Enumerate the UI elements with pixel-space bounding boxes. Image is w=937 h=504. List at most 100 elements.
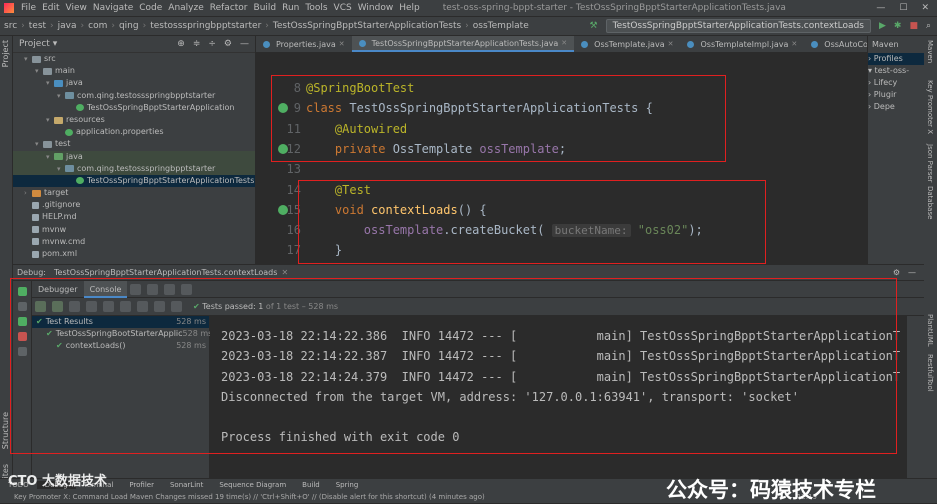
step-over-icon[interactable]	[130, 283, 142, 295]
code-line[interactable]: @Test	[306, 180, 371, 200]
sort-icon[interactable]	[69, 301, 80, 312]
close-icon[interactable]: ✕	[921, 3, 929, 13]
code-line[interactable]: class TestOssSpringBpptStarterApplicatio…	[306, 98, 653, 118]
test-result-item[interactable]: ✔ contextLoads() 528 ms	[32, 340, 209, 352]
run-icon[interactable]: ▶	[879, 21, 886, 31]
locate-icon[interactable]: ⊕	[177, 39, 185, 49]
maximize-icon[interactable]: ☐	[899, 3, 907, 13]
hide-icon[interactable]: —	[240, 39, 249, 49]
project-tree-item[interactable]: application.properties	[13, 126, 255, 138]
stop-icon[interactable]: ■	[909, 21, 918, 31]
tree-arrow-icon[interactable]: ▾	[57, 163, 65, 175]
tree-arrow-icon[interactable]: ▾	[35, 65, 43, 77]
structure-strip-tab[interactable]: Structure	[1, 412, 10, 449]
history-icon[interactable]	[171, 301, 182, 312]
project-tree-item[interactable]: mvnw	[13, 224, 255, 236]
menu-analyze[interactable]: Analyze	[165, 3, 206, 13]
expand-all-icon[interactable]	[103, 301, 114, 312]
plantuml-strip-tab[interactable]: PlantUML	[926, 314, 934, 347]
close-tab-icon[interactable]: ✕	[339, 40, 345, 48]
tab-console[interactable]: Console	[83, 280, 128, 298]
run-gutter-icon[interactable]	[278, 205, 288, 215]
breadcrumb-test[interactable]: test	[25, 21, 50, 31]
menu-vcs[interactable]: VCS	[331, 3, 355, 13]
wrench-icon[interactable]	[17, 347, 27, 356]
editor-tab[interactable]: OssAutoConfiguration.java✕	[804, 36, 867, 52]
code-line[interactable]: @SpringBootTest	[306, 78, 414, 98]
tree-arrow-icon[interactable]: ›	[24, 187, 32, 199]
gear-icon[interactable]: ⚙	[224, 39, 232, 49]
resume-icon[interactable]	[17, 317, 27, 326]
prev-failed-icon[interactable]	[137, 301, 148, 312]
project-tree-item[interactable]: ▾ main	[13, 65, 255, 77]
project-tree-item[interactable]: › target	[13, 187, 255, 199]
search-icon[interactable]: ⌕	[926, 21, 931, 31]
project-tree-item[interactable]: ▾ resources	[13, 114, 255, 126]
sort-duration-icon[interactable]	[86, 301, 97, 312]
next-failed-icon[interactable]	[154, 301, 165, 312]
rerun-icon[interactable]	[17, 287, 27, 296]
project-tree-item[interactable]: .gitignore	[13, 199, 255, 211]
menu-build[interactable]: Build	[251, 3, 280, 13]
run-configuration-select[interactable]: TestOssSpringBpptStarterApplicationTests…	[605, 19, 871, 33]
editor-tab[interactable]: TestOssSpringBpptStarterApplicationTests…	[351, 36, 575, 52]
maven-tree-item[interactable]: ▾ test-oss-	[868, 65, 924, 77]
toolwindow-sequence-diagram[interactable]: Sequence Diagram	[211, 481, 294, 489]
code-line[interactable]: private OssTemplate ossTemplate;	[306, 139, 566, 159]
project-tree-item[interactable]: TestOssSpringBpptStarterApplicationTests	[13, 174, 255, 188]
show-ignored-icon[interactable]	[52, 301, 63, 312]
collapse-all-icon[interactable]	[120, 301, 131, 312]
project-tree-item[interactable]: ▾ src	[13, 53, 255, 65]
console-output[interactable]: 2023-03-18 22:14:22.386 INFO 14472 --- […	[210, 316, 907, 478]
toolwindow-build[interactable]: Build	[294, 481, 328, 489]
breadcrumb-field[interactable]: ossTemplate	[469, 21, 533, 31]
maven-strip-tab[interactable]: Maven	[926, 40, 934, 63]
menu-navigate[interactable]: Navigate	[90, 3, 136, 13]
tree-arrow-icon[interactable]: ▾	[46, 151, 54, 163]
tree-arrow-icon[interactable]: ▾	[35, 138, 43, 150]
project-tree-item[interactable]: mvnw.cmd	[13, 236, 255, 248]
project-tree-item[interactable]: TestOssSpringBpptStarterApplication	[13, 102, 255, 114]
close-tab-icon[interactable]: ✕	[561, 39, 567, 47]
code-line[interactable]: }	[306, 240, 342, 260]
maven-tree-item[interactable]: › Depe	[868, 101, 924, 113]
key-promoter-strip-tab[interactable]: Key Promoter X	[926, 80, 934, 134]
project-tree-item[interactable]: ▾ test	[13, 138, 255, 150]
toolwindow-sonarlint[interactable]: SonarLint	[162, 481, 211, 489]
editor-tab[interactable]: OssTemplate.java ✕	[574, 36, 680, 52]
project-tree-item[interactable]: HELP.md	[13, 211, 255, 223]
breadcrumb-src[interactable]: src	[0, 21, 21, 31]
editor-tab[interactable]: OssTemplateImpl.java ✕	[680, 36, 804, 52]
json-parser-strip-tab[interactable]: Json Parser	[926, 144, 934, 183]
step-into-icon[interactable]	[147, 283, 159, 295]
menu-help[interactable]: Help	[396, 3, 423, 13]
database-strip-tab[interactable]: Database	[926, 186, 934, 219]
maven-tree-item[interactable]: › Lifecy	[868, 77, 924, 89]
expand-icon[interactable]: ÷	[208, 39, 216, 49]
debug-icon[interactable]: ✱	[894, 21, 902, 31]
menu-view[interactable]: View	[63, 3, 90, 13]
test-result-item[interactable]: ✔ TestOssSpringBootStarterApplic 528 ms	[32, 328, 212, 340]
breadcrumb-java[interactable]: java	[54, 21, 81, 31]
run-gutter-icon[interactable]	[278, 144, 288, 154]
maven-tree-item[interactable]: › Profiles	[868, 53, 924, 65]
toolwindow-profiler[interactable]: Profiler	[121, 481, 162, 489]
hammer-build-icon[interactable]: ⚒	[590, 21, 598, 31]
close-tab-icon[interactable]: ✕	[791, 40, 797, 48]
gear-icon[interactable]: ⚙	[893, 268, 900, 277]
menu-edit[interactable]: Edit	[39, 3, 62, 13]
breadcrumb-qing[interactable]: qing	[115, 21, 143, 31]
run-gutter-icon[interactable]	[278, 103, 288, 113]
show-passed-icon[interactable]	[35, 301, 46, 312]
breadcrumb-class[interactable]: TestOssSpringBpptStarterApplicationTests	[269, 21, 465, 31]
close-session-icon[interactable]: ✕	[281, 268, 288, 277]
tree-arrow-icon[interactable]: ▾	[46, 77, 54, 89]
debug-session-tab[interactable]: TestOssSpringBpptStarterApplicationTests…	[54, 268, 277, 277]
close-tab-icon[interactable]: ✕	[668, 40, 674, 48]
editor-tab[interactable]: Properties.java ✕	[256, 36, 352, 52]
project-tree-item[interactable]: ▾ com.qing.testossspringbpptstarter	[13, 90, 255, 102]
project-panel-title[interactable]: Project	[19, 39, 50, 49]
step-out-icon[interactable]	[164, 283, 176, 295]
restfultool-strip-tab[interactable]: RestfulTool	[926, 354, 934, 392]
tab-debugger[interactable]: Debugger	[32, 281, 84, 298]
